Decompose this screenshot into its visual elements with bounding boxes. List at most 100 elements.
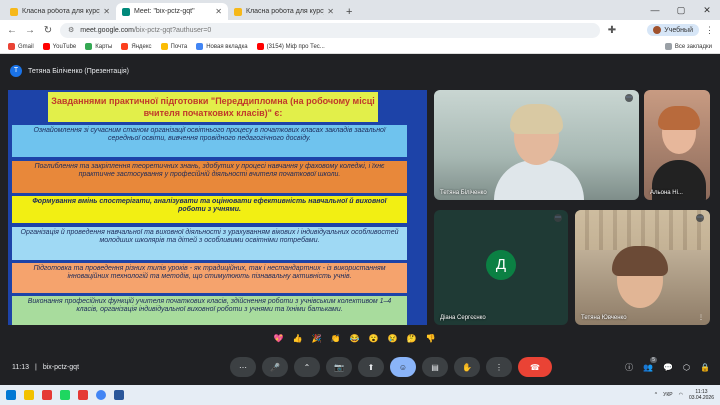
presenter-bar: Т Тетяна Біліченко (Презентація) xyxy=(10,65,129,77)
more-options-icon[interactable]: ⋮ xyxy=(698,314,704,321)
bookmark-label: (3154) Мiф про Тес... xyxy=(266,43,325,50)
close-tab-icon[interactable]: ✕ xyxy=(215,7,222,16)
meet-favicon-icon xyxy=(122,7,130,16)
bookmark-yandex[interactable]: Яндекс xyxy=(121,43,152,50)
slide-box-6: Виконання професійних функцій учителя по… xyxy=(12,296,407,325)
classroom-favicon-icon xyxy=(234,7,242,16)
wifi-icon[interactable]: ◠ xyxy=(679,392,683,398)
reaction-thumbs-down-icon[interactable]: 👎 xyxy=(424,332,437,345)
tray-chevron-icon[interactable]: ^ xyxy=(655,392,657,398)
present-button[interactable]: ⬆ xyxy=(358,357,384,377)
browser-menu-icon[interactable]: ⋮ xyxy=(705,25,714,36)
participant-tile[interactable]: ⋯ Д Діана Сергєєнко xyxy=(434,210,568,325)
url-path: /bix-pctz-gqt?authuser=0 xyxy=(133,26,212,34)
extension-icon[interactable]: ✚ xyxy=(606,25,618,36)
browser-tab-classwork-2[interactable]: Класна робота для курсу "21 Г ✕ xyxy=(228,3,340,20)
info-icon[interactable]: ⓘ xyxy=(625,362,633,373)
browser-tab-strip: Класна робота для курсу "21 Г ✕ Meet: "b… xyxy=(0,0,720,20)
presenter-label: Тетяна Біліченко (Презентація) xyxy=(28,67,130,75)
raise-hand-button[interactable]: ✋ xyxy=(454,357,480,377)
reaction-clap-icon[interactable]: 👏 xyxy=(329,332,342,345)
app-icon[interactable] xyxy=(42,390,52,400)
close-tab-icon[interactable]: ✕ xyxy=(103,7,110,16)
slide-box-5: Підготовка та проведення різних типів ур… xyxy=(12,263,407,293)
site-info-icon[interactable]: ⚙ xyxy=(68,26,74,34)
bookmark-label: YouTube xyxy=(52,43,77,50)
bookmark-label: Новая вкладка xyxy=(206,43,248,50)
reaction-sad-icon[interactable]: 😢 xyxy=(386,332,399,345)
meeting-code: bix-pctz-gqt xyxy=(42,363,80,371)
participant-tile[interactable]: ⋯ Тетяна Ювченко ⋮ xyxy=(575,210,710,325)
reaction-thumbs-up-icon[interactable]: 👍 xyxy=(291,332,304,345)
language-indicator[interactable]: УКР xyxy=(663,392,672,398)
microphone-button[interactable]: 🎤 xyxy=(262,357,288,377)
all-bookmarks[interactable]: Все закладки xyxy=(664,43,712,50)
clock[interactable]: 11:13 03.04.2026 xyxy=(689,389,714,401)
back-arrow-icon[interactable]: ← xyxy=(6,25,18,36)
captions-button[interactable]: ▤ xyxy=(422,357,448,377)
start-icon[interactable] xyxy=(6,390,16,400)
leave-call-button[interactable]: ☎ xyxy=(518,357,552,377)
file-explorer-icon[interactable] xyxy=(24,390,34,400)
more-audio-options-button[interactable]: ⋯ xyxy=(230,357,256,377)
profile-button[interactable]: Учебный xyxy=(647,24,699,36)
reaction-party-icon[interactable]: 🎉 xyxy=(310,332,323,345)
forward-arrow-icon[interactable]: → xyxy=(24,25,36,36)
bookmark-youtube[interactable]: YouTube xyxy=(42,43,77,50)
close-tab-icon[interactable]: ✕ xyxy=(327,7,334,16)
reload-icon[interactable]: ↻ xyxy=(42,25,54,36)
avatar xyxy=(653,26,662,34)
bookmark-mail[interactable]: Почта xyxy=(160,43,188,50)
reaction-heart-icon[interactable]: 💖 xyxy=(272,332,285,345)
avatar: Т xyxy=(10,65,22,77)
bookmark-maps[interactable]: Карты xyxy=(85,43,112,50)
audio-indicator-icon: ⋯ xyxy=(625,94,633,102)
reaction-laugh-icon[interactable]: 😂 xyxy=(348,332,361,345)
meeting-info: 11:13 | bix-pctz-gqt xyxy=(12,364,79,371)
reaction-surprised-icon[interactable]: 😮 xyxy=(367,332,380,345)
side-panel-controls: ⓘ 👥 5 💬 ⬡ 🔒 xyxy=(625,356,710,373)
browser-toolbar: ← → ↻ ⚙ meet.google.com/bix-pctz-gqt?aut… xyxy=(0,20,720,40)
reactions-button[interactable]: ☺ xyxy=(390,357,416,377)
activities-icon[interactable]: ⬡ xyxy=(683,363,690,372)
people-count: 5 xyxy=(650,356,658,363)
tab-label: Meet: "bix-pctz-gqt" xyxy=(134,8,195,15)
slide-title: Завданнями практичної підготовки "Передд… xyxy=(48,92,378,122)
camera-options-button[interactable]: ⌃ xyxy=(294,357,320,377)
chat-icon[interactable]: 💬 xyxy=(663,363,673,372)
call-controls: ⋯ 🎤 ⌃ 📷 ⬆ ☺ ▤ ✋ ⋮ ☎ xyxy=(230,357,552,377)
spotify-icon[interactable] xyxy=(60,390,70,400)
browser-tab-meet[interactable]: Meet: "bix-pctz-gqt" ✕ xyxy=(116,3,228,20)
bookmark-youtube-video[interactable]: (3154) Мiф про Тес... xyxy=(256,43,325,50)
slide-box-3: Формування вмінь спостерігати, аналізува… xyxy=(12,196,407,223)
meet-controls-bar: 11:13 | bix-pctz-gqt ⋯ 🎤 ⌃ 📷 ⬆ ☺ ▤ ✋ ⋮ ☎… xyxy=(0,352,720,382)
host-controls-icon[interactable]: 🔒 xyxy=(700,363,710,372)
maps-icon xyxy=(85,43,93,50)
people-button[interactable]: 👥 5 xyxy=(643,356,658,372)
app-icon[interactable] xyxy=(78,390,88,400)
mic-off-icon: ⋯ xyxy=(696,214,704,222)
avatar: Д xyxy=(486,250,516,280)
browser-tab-classwork-1[interactable]: Класна робота для курсу "21 Г ✕ xyxy=(4,3,116,20)
bookmark-gmail[interactable]: Gmail xyxy=(8,43,34,50)
meeting-divider: | xyxy=(35,363,37,371)
participant-tile[interactable]: ⋯ Тетяна Біліченко xyxy=(434,90,639,200)
minimize-icon[interactable]: — xyxy=(642,0,668,20)
address-bar[interactable]: ⚙ meet.google.com/bix-pctz-gqt?authuser=… xyxy=(60,22,600,38)
word-icon[interactable] xyxy=(114,390,124,400)
more-options-button[interactable]: ⋮ xyxy=(486,357,512,377)
bookmark-label: Почта xyxy=(170,43,188,50)
new-tab-button[interactable]: + xyxy=(340,3,358,20)
system-tray: ^ УКР ◠ 11:13 03.04.2026 xyxy=(655,389,714,401)
reaction-thinking-icon[interactable]: 🤔 xyxy=(405,332,418,345)
new-tab-icon xyxy=(196,43,204,50)
youtube-icon xyxy=(256,43,264,50)
meet-main: Т Тетяна Біліченко (Презентація) Завданн… xyxy=(0,55,720,385)
participant-tile[interactable]: Альона Ні... xyxy=(644,90,710,200)
maximize-icon[interactable]: ▢ xyxy=(668,0,694,20)
bookmark-new-tab[interactable]: Новая вкладка xyxy=(196,43,248,50)
camera-button[interactable]: 📷 xyxy=(326,357,352,377)
participant-video xyxy=(658,106,700,130)
close-window-icon[interactable]: ✕ xyxy=(694,0,720,20)
chrome-icon[interactable] xyxy=(96,390,106,400)
